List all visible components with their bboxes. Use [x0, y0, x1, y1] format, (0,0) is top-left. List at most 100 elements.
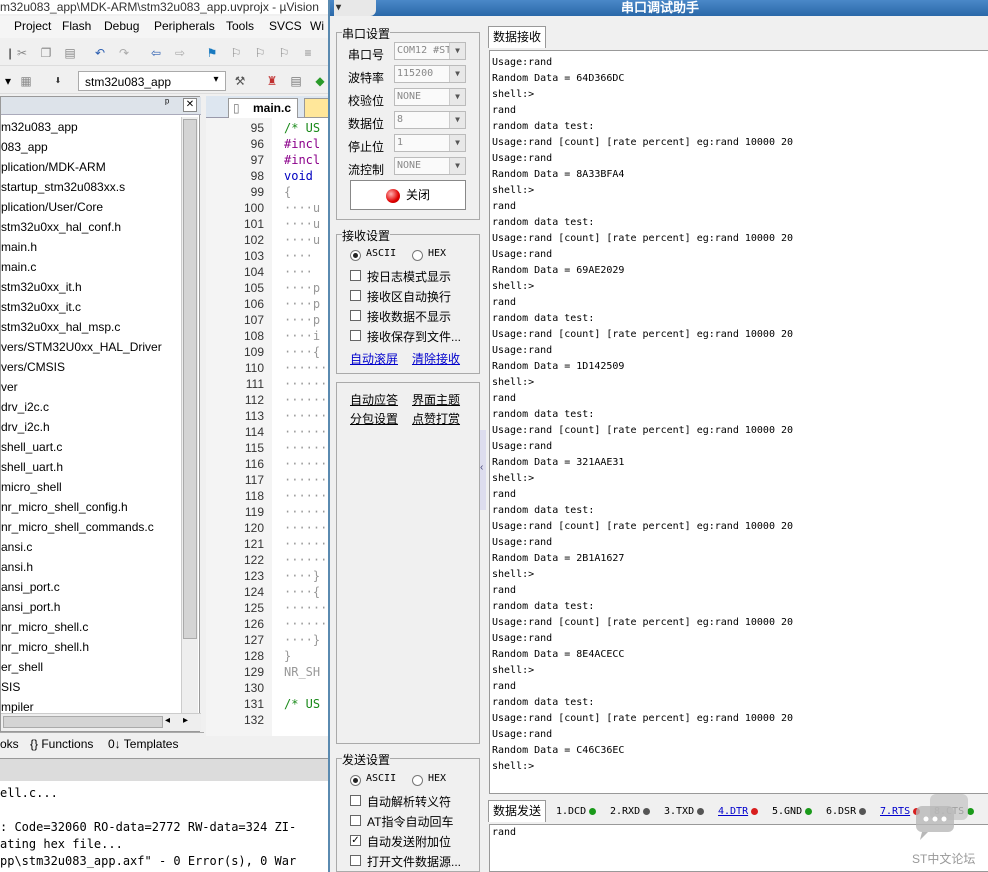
- rx-hex-radio[interactable]: [412, 250, 423, 261]
- rx-data-area[interactable]: Usage:rand Random Data = 64D366DC shell:> r…: [489, 50, 988, 794]
- port-select[interactable]: COM12 #ST ▼: [394, 42, 466, 60]
- project-tree-item[interactable]: startup_stm32u083xx.s: [1, 177, 125, 197]
- tx-ascii-radio[interactable]: [350, 775, 361, 786]
- flowcontrol-select[interactable]: NONE ▼: [394, 157, 466, 175]
- paste-icon[interactable]: ▤: [62, 45, 78, 61]
- download-icon[interactable]: ⬇: [50, 73, 66, 89]
- app-logo[interactable]: ▾: [334, 0, 376, 16]
- project-tree-item[interactable]: vers/STM32U0xx_HAL_Driver: [1, 337, 162, 357]
- project-tree-item[interactable]: shell_uart.c: [1, 437, 62, 457]
- tab-functions[interactable]: {} Functions: [30, 737, 93, 751]
- tab-templates[interactable]: 0↓ Templates: [108, 737, 178, 751]
- tx-option-checkbox[interactable]: [350, 855, 361, 866]
- menu-svcs[interactable]: SVCS: [269, 19, 302, 33]
- auto-scroll-link[interactable]: 自动滚屏: [350, 350, 398, 367]
- donate-link[interactable]: 点赞打赏: [412, 410, 460, 427]
- menu-debug[interactable]: Debug: [104, 19, 139, 33]
- stopbits-select[interactable]: 1 ▼: [394, 134, 466, 152]
- run-env-icon[interactable]: ◆: [312, 73, 328, 89]
- bookmark-icon[interactable]: ⚑: [204, 45, 220, 61]
- code-editor[interactable]: ▯ main.c 95 96 97 98 99 100 101 102 103 104 105 106…: [206, 96, 330, 736]
- indent-icon[interactable]: ≡: [300, 45, 316, 61]
- chevron-down-icon[interactable]: ▾: [209, 74, 223, 88]
- tx-option-checkbox[interactable]: [350, 795, 361, 806]
- project-tree-item[interactable]: stm32u0xx_it.h: [1, 277, 82, 297]
- select-pack-icon[interactable]: ▤: [288, 73, 304, 89]
- scroll-thumb[interactable]: [3, 716, 163, 728]
- project-tree-item[interactable]: stm32u0xx_it.c: [1, 297, 81, 317]
- project-tree-item[interactable]: ver: [1, 377, 18, 397]
- project-tree-item[interactable]: ansi.h: [1, 557, 33, 577]
- bookmark-next-icon[interactable]: ⚐: [252, 45, 268, 61]
- project-tree-item[interactable]: vers/CMSIS: [1, 357, 65, 377]
- tx-option-checkbox[interactable]: [350, 815, 361, 826]
- project-tree-item[interactable]: ansi_port.h: [1, 597, 60, 617]
- project-tree-item[interactable]: plication/User/Core: [1, 197, 103, 217]
- redo-icon[interactable]: ↷: [116, 45, 132, 61]
- dropdown-arrow-icon[interactable]: ▾: [0, 73, 16, 89]
- project-tree-item[interactable]: stm32u0xx_hal_msp.c: [1, 317, 120, 337]
- project-tree-item[interactable]: drv_i2c.c: [1, 397, 49, 417]
- rx-option-checkbox[interactable]: [350, 270, 361, 281]
- auto-reply-link[interactable]: 自动应答: [350, 391, 398, 408]
- menu-window[interactable]: Wi: [310, 19, 324, 33]
- tab-other-file[interactable]: [304, 98, 330, 118]
- rx-option-checkbox[interactable]: [350, 310, 361, 321]
- project-tree-item[interactable]: ansi_port.c: [1, 577, 60, 597]
- nav-back-icon[interactable]: ⇦: [148, 45, 164, 61]
- rx-ascii-radio[interactable]: [350, 250, 361, 261]
- copy-icon[interactable]: ❐: [38, 45, 54, 61]
- project-tree-item[interactable]: plication/MDK-ARM: [1, 157, 106, 177]
- project-tree-item[interactable]: main.c: [1, 257, 36, 277]
- project-tree-item[interactable]: nr_micro_shell.h: [1, 637, 89, 657]
- project-tree-item[interactable]: stm32u0xx_hal_conf.h: [1, 217, 121, 237]
- build-settings-icon[interactable]: ▦: [18, 73, 34, 89]
- project-tree-item[interactable]: m32u083_app: [1, 117, 78, 137]
- bookmark-prev-icon[interactable]: ⚐: [228, 45, 244, 61]
- project-tree-item[interactable]: 083_app: [1, 137, 48, 157]
- menu-tools[interactable]: Tools: [226, 19, 254, 33]
- panel-splitter[interactable]: ‹: [480, 430, 486, 510]
- scroll-thumb[interactable]: [183, 119, 197, 639]
- project-horizontal-scrollbar[interactable]: ◂ ▸: [1, 713, 201, 731]
- project-tree-item[interactable]: er_shell: [1, 657, 43, 677]
- project-tree-item[interactable]: nr_micro_shell.c: [1, 617, 88, 637]
- theme-link[interactable]: 界面主题: [412, 391, 460, 408]
- magic-wand-icon[interactable]: ⚒: [232, 73, 248, 89]
- project-tree-item[interactable]: shell_uart.h: [1, 457, 63, 477]
- manage-components-icon[interactable]: ♜: [264, 73, 280, 89]
- close-port-button[interactable]: 关闭: [350, 180, 466, 210]
- scroll-right-icon[interactable]: ▸: [183, 715, 188, 726]
- menu-peripherals[interactable]: Peripherals: [154, 19, 215, 33]
- nav-forward-icon[interactable]: ⇨: [172, 45, 188, 61]
- menu-project[interactable]: Project: [14, 19, 51, 33]
- packet-settings-link[interactable]: 分包设置: [350, 410, 398, 427]
- project-tree-item[interactable]: SIS: [1, 677, 20, 697]
- tab-books[interactable]: oks: [0, 737, 19, 751]
- pin-icon[interactable]: ᵖ: [165, 97, 169, 109]
- baud-select[interactable]: 115200 ▼: [394, 65, 466, 83]
- tx-option-checkbox[interactable]: ✓: [350, 835, 361, 846]
- clear-rx-link[interactable]: 清除接收: [412, 350, 460, 367]
- project-tree-item[interactable]: drv_i2c.h: [1, 417, 50, 437]
- undo-icon[interactable]: ↶: [92, 45, 108, 61]
- project-tree-item[interactable]: nr_micro_shell_config.h: [1, 497, 128, 517]
- tab-tx-data[interactable]: 数据发送: [488, 800, 547, 822]
- project-tree-item[interactable]: ansi.c: [1, 537, 32, 557]
- target-select[interactable]: stm32u083_app ▾: [78, 71, 226, 91]
- signal-dtr[interactable]: 4.DTR: [718, 806, 759, 817]
- scroll-left-icon[interactable]: ◂: [165, 715, 170, 726]
- project-vertical-scrollbar[interactable]: [181, 117, 198, 717]
- close-icon[interactable]: ✕: [183, 98, 197, 112]
- collapse-arrow-icon[interactable]: ‹: [480, 462, 483, 473]
- databits-select[interactable]: 8 ▼: [394, 111, 466, 129]
- tab-main-c[interactable]: ▯ main.c: [228, 98, 298, 118]
- tab-rx-data[interactable]: 数据接收: [488, 26, 547, 48]
- bookmark-clear-icon[interactable]: ⚐: [276, 45, 292, 61]
- parity-select[interactable]: NONE ▼: [394, 88, 466, 106]
- rx-option-checkbox[interactable]: [350, 330, 361, 341]
- project-tree-item[interactable]: main.h: [1, 237, 37, 257]
- tx-hex-radio[interactable]: [412, 775, 423, 786]
- project-tree-item[interactable]: nr_micro_shell_commands.c: [1, 517, 154, 537]
- cut-icon[interactable]: ✂: [14, 45, 30, 61]
